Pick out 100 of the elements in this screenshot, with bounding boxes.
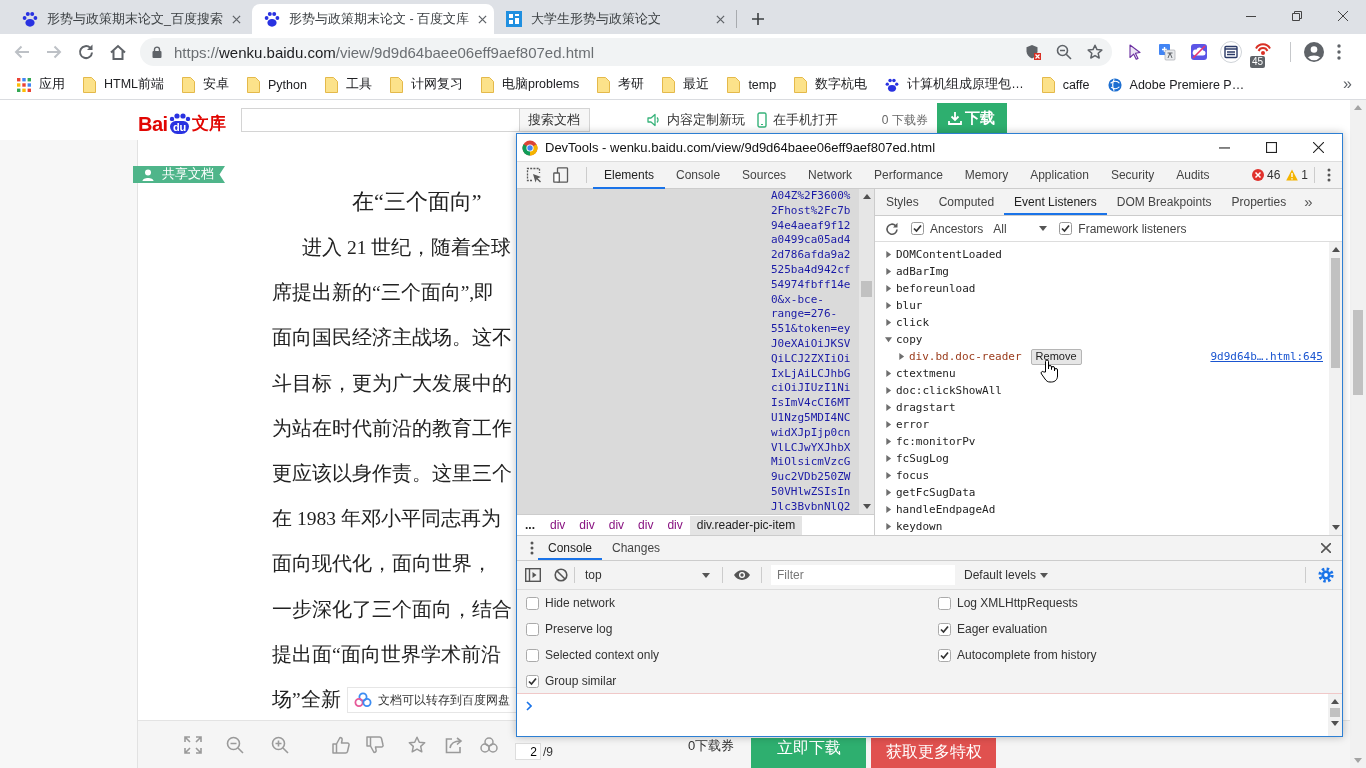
event-name[interactable]: handleEndpageAd bbox=[896, 503, 996, 516]
browser-tab[interactable]: 大学生形势与政策论文 bbox=[494, 4, 736, 34]
expand-triangle-icon[interactable] bbox=[885, 472, 892, 479]
bookmark-item[interactable]: caffe bbox=[1032, 71, 1099, 98]
devtools-tab[interactable]: Sources bbox=[731, 161, 798, 189]
share-icon[interactable] bbox=[445, 735, 463, 754]
devtools-tab[interactable]: Performance bbox=[863, 161, 954, 189]
filter-field[interactable]: Filter bbox=[771, 565, 955, 585]
fullscreen-icon[interactable] bbox=[184, 735, 202, 754]
inspect-icon[interactable] bbox=[526, 167, 542, 183]
devtools-tab[interactable]: Console bbox=[665, 161, 732, 189]
close-icon[interactable] bbox=[1321, 543, 1331, 553]
zoom-out-icon[interactable] bbox=[226, 735, 244, 754]
cursor-arrow-icon[interactable] bbox=[1126, 43, 1144, 61]
scroll-down-arrow-icon[interactable] bbox=[862, 504, 871, 509]
event-name[interactable]: doc:clickShowAll bbox=[896, 384, 1002, 397]
expand-triangle-icon[interactable] bbox=[885, 404, 892, 411]
menu-icon[interactable] bbox=[1337, 44, 1341, 60]
expand-triangle-icon[interactable] bbox=[885, 285, 892, 292]
bookmark-item[interactable]: HTML前端 bbox=[74, 71, 174, 98]
profile-icon[interactable] bbox=[1304, 42, 1324, 62]
blocked-shield-icon[interactable] bbox=[1025, 44, 1041, 60]
scrollbar-track[interactable] bbox=[1328, 694, 1342, 736]
event-name[interactable]: DOMContentLoaded bbox=[896, 248, 1002, 261]
expand-triangle-icon[interactable] bbox=[885, 251, 892, 258]
sidebar-tab[interactable]: Styles bbox=[876, 189, 929, 215]
expand-triangle-icon[interactable] bbox=[885, 268, 892, 275]
expand-triangle-icon[interactable] bbox=[885, 319, 892, 326]
expand-triangle-icon[interactable] bbox=[898, 353, 905, 360]
cloud-rings-icon[interactable] bbox=[480, 735, 498, 754]
bookmark-item[interactable]: 安卓 bbox=[173, 71, 239, 98]
maximize-icon[interactable] bbox=[1266, 142, 1277, 153]
vip-button[interactable]: 获取更多特权 bbox=[871, 738, 997, 768]
breadcrumb[interactable]: div.reader-pic-item bbox=[689, 515, 803, 535]
expand-triangle-icon[interactable] bbox=[885, 370, 892, 377]
sidebar-tab[interactable]: Properties bbox=[1221, 189, 1297, 215]
scrollbar-thumb[interactable] bbox=[1330, 708, 1340, 717]
zoom-out-icon[interactable] bbox=[1056, 44, 1072, 60]
collapse-triangle-icon[interactable] bbox=[885, 336, 892, 343]
breadcrumb[interactable]: ... bbox=[521, 515, 543, 535]
source-link[interactable]: 9d9d64b….html:645 bbox=[1210, 350, 1323, 363]
clear-icon[interactable] bbox=[554, 568, 568, 582]
event-name[interactable]: adBarImg bbox=[896, 265, 949, 278]
scroll-up-arrow-icon[interactable] bbox=[1331, 247, 1340, 252]
expand-triangle-icon[interactable] bbox=[885, 489, 892, 496]
close-tab-icon[interactable] bbox=[478, 14, 488, 24]
search-field[interactable] bbox=[240, 108, 520, 132]
event-name[interactable]: beforeunload bbox=[896, 282, 976, 295]
event-name[interactable]: fcSugLog bbox=[896, 452, 949, 465]
more-tabs-button[interactable]: » bbox=[1304, 192, 1313, 212]
devtools-tab[interactable]: Memory bbox=[953, 161, 1020, 189]
scroll-down-arrow-icon[interactable] bbox=[1331, 525, 1340, 530]
page-number-field[interactable]: 2 bbox=[515, 743, 541, 760]
event-name[interactable]: ctextmenu bbox=[896, 367, 956, 380]
expand-triangle-icon[interactable] bbox=[885, 421, 892, 428]
warning-count[interactable]: 1 bbox=[1301, 168, 1308, 182]
event-name[interactable]: click bbox=[896, 316, 930, 329]
devtools-tab[interactable]: Network bbox=[797, 161, 864, 189]
console-input[interactable] bbox=[517, 694, 1328, 736]
devtools-tab[interactable]: Audits bbox=[1165, 161, 1221, 189]
refresh-icon[interactable] bbox=[885, 221, 899, 236]
breadcrumb[interactable]: div bbox=[543, 515, 573, 535]
checkbox[interactable] bbox=[526, 648, 539, 662]
listener-node[interactable]: div.bd.doc-reader bbox=[909, 350, 1022, 363]
thumbs-up-icon[interactable] bbox=[332, 735, 350, 754]
scrollbar-track[interactable] bbox=[1329, 242, 1342, 535]
scrollbar-thumb[interactable] bbox=[1353, 310, 1363, 395]
checkbox[interactable] bbox=[526, 622, 539, 636]
home-icon[interactable] bbox=[109, 43, 127, 61]
bookmark-item[interactable]: temp bbox=[718, 71, 786, 98]
sidebar-tab[interactable]: Computed bbox=[928, 189, 1005, 215]
error-count[interactable]: 46 bbox=[1266, 168, 1281, 182]
bookmark-item[interactable]: 计算机组成原理包… bbox=[876, 71, 1033, 98]
scrollbar-thumb[interactable] bbox=[861, 281, 872, 297]
browser-tab[interactable]: 形势与政策期末论文_百度搜索 bbox=[10, 4, 252, 34]
reload-icon[interactable] bbox=[77, 43, 95, 61]
event-name[interactable]: blur bbox=[896, 299, 923, 312]
bookmark-item[interactable]: 数字杭电 bbox=[785, 71, 877, 98]
search-button[interactable]: 搜索文档 bbox=[519, 108, 590, 132]
star-icon[interactable] bbox=[1087, 44, 1103, 60]
signal-arcs-icon[interactable] bbox=[1254, 41, 1272, 55]
window-list-icon[interactable] bbox=[1220, 41, 1242, 63]
bookmark-item[interactable]: 考研 bbox=[588, 71, 654, 98]
scope-select[interactable]: All bbox=[993, 221, 1060, 236]
bookmarks-overflow-button[interactable]: » bbox=[1343, 74, 1366, 95]
zoom-in-icon[interactable] bbox=[271, 735, 289, 754]
event-name[interactable]: dragstart bbox=[896, 401, 956, 414]
drawer-tab[interactable]: Changes bbox=[602, 536, 671, 560]
browser-tab[interactable]: 形势与政策期末论文 - 百度文库 bbox=[252, 4, 494, 34]
scroll-down-arrow-icon[interactable] bbox=[1331, 721, 1339, 726]
breadcrumb[interactable]: div bbox=[572, 515, 602, 535]
scrollbar-track[interactable] bbox=[1350, 100, 1366, 768]
close-icon[interactable] bbox=[1338, 11, 1348, 21]
promo-link[interactable]: 内容定制新玩 bbox=[666, 111, 745, 129]
open-on-phone-link[interactable]: 在手机打开 bbox=[772, 111, 838, 129]
checkbox[interactable] bbox=[911, 222, 924, 235]
expand-triangle-icon[interactable] bbox=[885, 455, 892, 462]
checkbox[interactable] bbox=[938, 596, 951, 610]
checkbox[interactable] bbox=[1059, 222, 1073, 235]
event-name[interactable]: copy bbox=[896, 333, 923, 346]
